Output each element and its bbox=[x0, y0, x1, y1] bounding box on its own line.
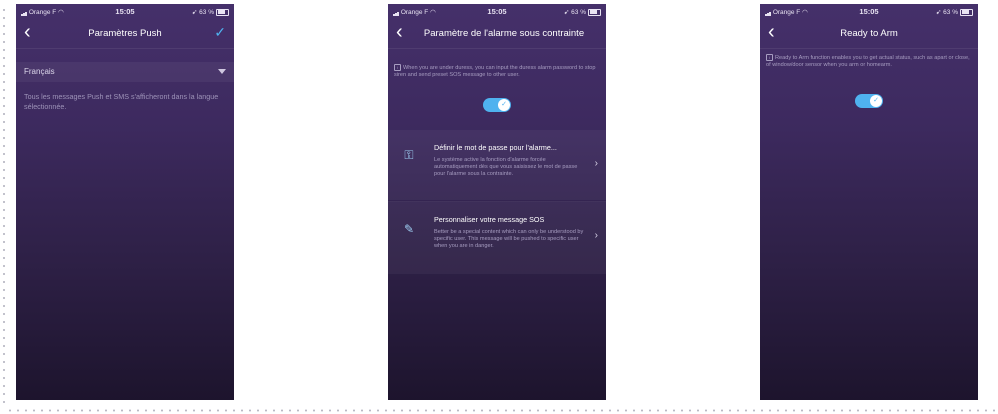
status-bar: Orange F ◠ 15:05 ➹ 63 % bbox=[388, 4, 606, 18]
battery-indicator: ➹ 63 % bbox=[192, 8, 229, 16]
page-title: Paramètres Push bbox=[88, 28, 162, 39]
ready-to-arm-info: i Ready to Arm function enables you to ge… bbox=[766, 54, 970, 68]
edit-message-icon: ✎ bbox=[403, 222, 415, 236]
info-icon: i bbox=[394, 64, 401, 71]
battery-indicator: ➹ 63 % bbox=[936, 8, 973, 16]
section-title: Personnaliser votre message SOS bbox=[434, 215, 545, 224]
battery-indicator: ➹ 63 % bbox=[564, 8, 601, 16]
location-icon: ➹ bbox=[935, 9, 942, 16]
info-icon: i bbox=[766, 54, 773, 61]
page-title: Ready to Arm bbox=[840, 28, 898, 39]
checkmark-icon[interactable]: ✓ bbox=[214, 24, 226, 41]
duress-toggle[interactable]: ✓ bbox=[483, 98, 511, 112]
language-description: Tous les messages Push et SMS s'afficher… bbox=[24, 92, 219, 111]
nav-bar: ‹ Ready to Arm bbox=[760, 18, 978, 48]
language-value: Français bbox=[24, 67, 55, 76]
chevron-right-icon: › bbox=[594, 158, 598, 169]
back-icon[interactable]: ‹ bbox=[24, 22, 31, 42]
divider bbox=[16, 48, 234, 49]
duress-info: i When you are under duress, you can inpu… bbox=[394, 64, 596, 78]
back-icon[interactable]: ‹ bbox=[396, 22, 403, 42]
page-title: Paramètre de l'alarme sous contrainte bbox=[423, 28, 585, 39]
battery-icon bbox=[588, 8, 601, 16]
section-description: Better be a special content which can on… bbox=[434, 229, 584, 249]
key-icon: ⚿ bbox=[404, 148, 414, 162]
phone-screen-duress-alarm: Orange F ◠ 15:05 ➹ 63 % ‹ Paramètre de l… bbox=[388, 4, 606, 400]
nav-bar: ‹ Paramètre de l'alarme sous contrainte bbox=[388, 18, 606, 48]
section-description: Le système active la fonction d'alarme f… bbox=[434, 157, 578, 177]
status-bar: Orange F ◠ 15:05 ➹ 63 % bbox=[16, 4, 234, 18]
customize-sos-message-row[interactable]: ✎ Personnaliser votre message SOS Better… bbox=[388, 202, 606, 274]
chevron-down-icon bbox=[218, 69, 226, 74]
location-icon: ➹ bbox=[191, 9, 198, 16]
set-duress-password-row[interactable]: ⚿ Définir le mot de passe pour l'alarme.… bbox=[388, 130, 606, 200]
location-icon: ➹ bbox=[563, 9, 570, 16]
back-icon[interactable]: ‹ bbox=[768, 22, 775, 42]
nav-bar: ‹ Paramètres Push ✓ bbox=[16, 18, 234, 48]
battery-icon bbox=[216, 8, 229, 16]
divider bbox=[388, 48, 606, 49]
ready-to-arm-toggle[interactable]: ✓ bbox=[855, 94, 883, 108]
chevron-right-icon: › bbox=[594, 230, 598, 241]
check-icon: ✓ bbox=[498, 99, 510, 111]
status-bar: Orange F ◠ 15:05 ➹ 63 % bbox=[760, 4, 978, 18]
divider bbox=[760, 48, 978, 49]
phone-screen-ready-to-arm: Orange F ◠ 15:05 ➹ 63 % ‹ Ready to Arm i… bbox=[760, 4, 978, 400]
section-title: Définir le mot de passe pour l'alarme... bbox=[434, 143, 557, 152]
dotted-border-bottom bbox=[6, 409, 996, 412]
phone-screen-push-settings: Orange F ◠ 15:05 ➹ 63 % ‹ Paramètres Pus… bbox=[16, 4, 234, 400]
language-select[interactable]: Français bbox=[16, 62, 234, 82]
check-icon: ✓ bbox=[870, 95, 882, 107]
dotted-border-left bbox=[3, 6, 5, 408]
battery-icon bbox=[960, 8, 973, 16]
